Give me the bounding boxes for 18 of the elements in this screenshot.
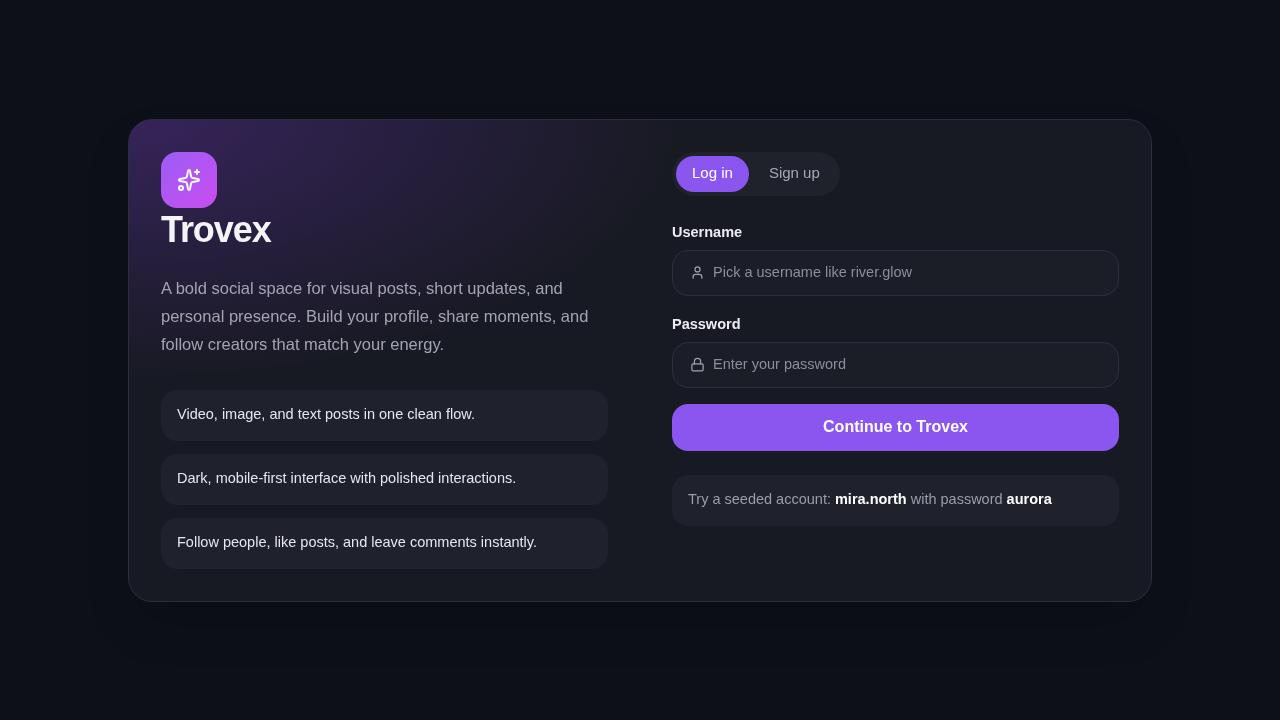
field-label: Username xyxy=(672,222,743,242)
auth-tab[interactable]: Log in xyxy=(676,155,749,192)
brand-tagline: A bold social space for visual posts, short updates, and personal presence. Build your profile, share moments, and follow creators that match your energy. xyxy=(161,277,590,355)
password-input[interactable]: Enter your password xyxy=(713,353,1102,376)
feature-card: Follow people, like posts, and leave comments instantly. xyxy=(161,517,608,569)
password-field[interactable]: Enter your password xyxy=(672,341,1119,388)
username-field[interactable]: Pick a username like river.glow xyxy=(672,249,1119,296)
lock-icon xyxy=(690,357,705,372)
continue-button[interactable]: Continue to Trovex xyxy=(672,403,1119,451)
user-icon xyxy=(690,265,705,280)
feature-card: Video, image, and text posts in one clean flow. xyxy=(161,389,608,441)
username-input[interactable]: Pick a username like river.glow xyxy=(713,261,1102,284)
auth-tab[interactable]: Sign up xyxy=(752,155,836,192)
sparkles-logo-icon xyxy=(161,151,217,208)
brand-title: Trovex xyxy=(161,209,271,250)
feature-card: Dark, mobile-first interface with polished interactions. xyxy=(161,453,608,505)
field-label: Password xyxy=(672,314,741,334)
hint-text: Try a seeded account: mira.north with password aurora xyxy=(688,490,1052,510)
